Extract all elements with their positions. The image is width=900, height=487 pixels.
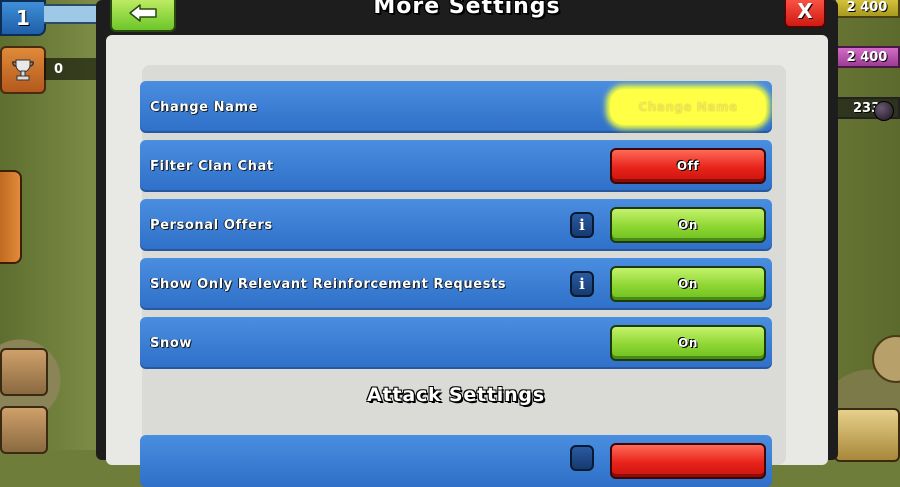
info-icon[interactable]: i [570,212,594,238]
info-icon[interactable]: i [570,271,594,297]
attack-settings-heading: Attack Settings [367,384,545,406]
trophy-icon-glyph [12,59,34,81]
more-settings-modal: More Settings X Change Name Change Name … [96,0,838,487]
reinforcement-requests-toggle[interactable]: On [610,266,766,302]
right-round-icon[interactable] [872,335,900,383]
setting-label: Show Only Relevant Reinforcement Request… [150,276,507,292]
dark-elixir-icon [874,101,894,121]
attack-setting-toggle[interactable] [610,443,766,479]
left-hud: 1 0 [0,0,102,454]
filter-clan-chat-toggle[interactable]: Off [610,148,766,184]
snow-toggle[interactable]: On [610,325,766,361]
setting-row-change-name: Change Name Change Name [140,81,772,133]
setting-row-snow: Snow On [140,317,772,369]
setting-row-reinforcement-requests: Show Only Relevant Reinforcement Request… [140,258,772,310]
shop-icon[interactable] [834,408,900,462]
trophy-icon[interactable] [0,46,46,94]
gold-amount: 2 400 [834,0,900,18]
setting-label: Filter Clan Chat [150,158,274,174]
change-name-button[interactable]: Change Name [610,89,766,125]
setting-row-personal-offers: Personal Offers i On [140,199,772,251]
close-button[interactable]: X [784,0,826,28]
map-icon[interactable] [0,406,48,454]
setting-row-filter-clan-chat: Filter Clan Chat Off [140,140,772,192]
side-tab[interactable] [0,170,22,264]
army-icon[interactable] [0,348,48,396]
level-badge[interactable]: 1 [0,0,46,36]
personal-offers-toggle[interactable]: On [610,207,766,243]
trophy-count: 0 [44,58,100,80]
elixir-amount: 2 400 [834,46,900,68]
setting-row-partial [140,435,772,487]
info-icon[interactable] [570,445,594,471]
modal-header: More Settings X [96,0,838,34]
setting-label: Snow [150,335,192,351]
setting-label: Change Name [150,99,259,115]
setting-label: Personal Offers [150,217,273,233]
xp-bar [44,4,102,24]
modal-title: More Settings [373,0,561,19]
